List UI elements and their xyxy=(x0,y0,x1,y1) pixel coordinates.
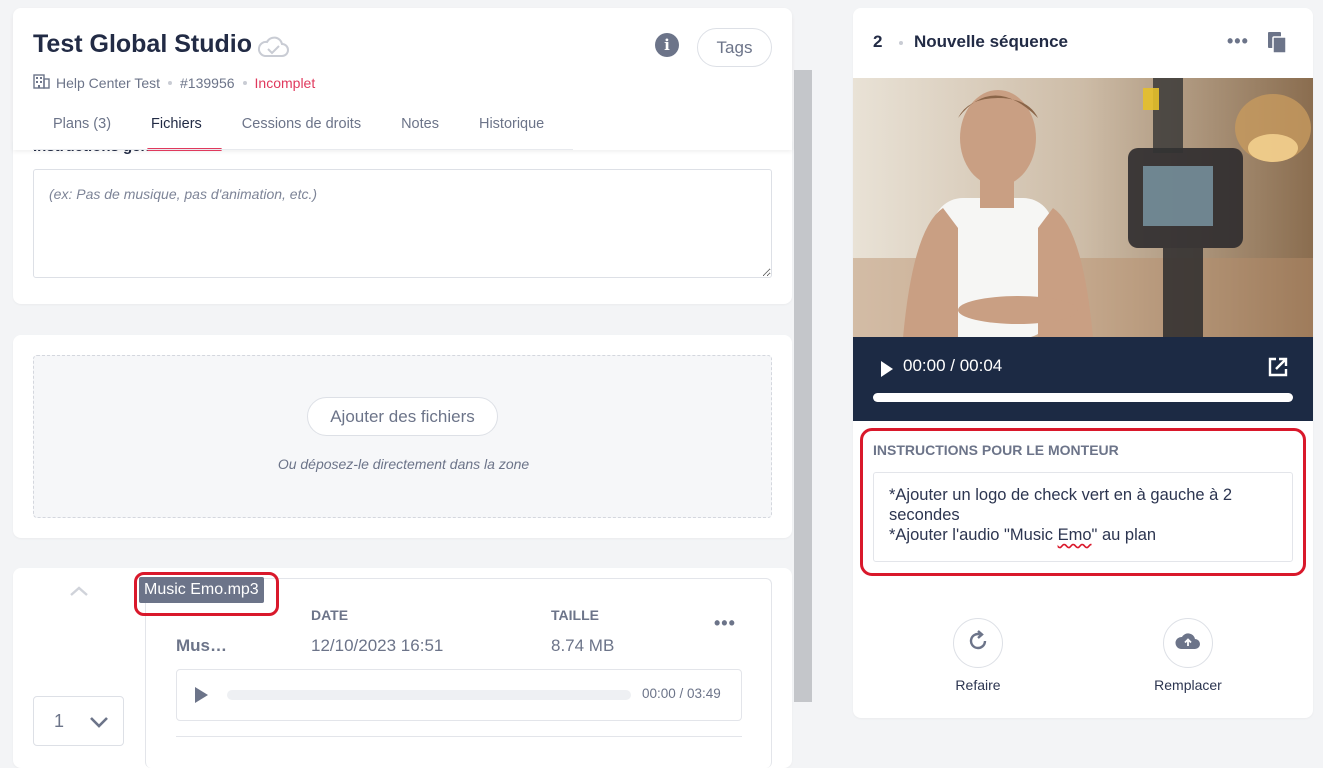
sequence-title: Nouvelle séquence xyxy=(914,32,1069,51)
workspace-name[interactable]: Help Center Test xyxy=(56,75,160,91)
drop-hint: Ou déposez-le directement dans la zone xyxy=(277,456,530,472)
video-controls: 00:00 / 00:04 xyxy=(853,337,1313,421)
order-value: 1 xyxy=(54,711,65,731)
separator-dot xyxy=(899,41,903,45)
editor-instruction-line: *Ajouter l'audio "Music Emo" au plan xyxy=(889,525,1277,545)
project-id: #139956 xyxy=(180,75,235,91)
tab-rights[interactable]: Cessions de droits xyxy=(222,116,381,148)
audio-player: 00:00 / 03:49 xyxy=(176,669,742,721)
open-external-icon[interactable] xyxy=(1267,356,1289,383)
redo-label: Refaire xyxy=(955,677,1001,693)
redo-button[interactable]: Refaire xyxy=(918,618,1038,693)
more-options-icon[interactable]: ••• xyxy=(714,613,736,634)
file-divider xyxy=(176,736,742,737)
cloud-check-icon xyxy=(257,36,289,63)
play-icon[interactable] xyxy=(881,361,893,377)
project-header: Test Global Studio i Tags Help Center Te… xyxy=(13,8,792,151)
spellcheck-word: Emo xyxy=(1057,526,1092,544)
date-column-header: DATE xyxy=(311,607,349,623)
replace-label: Remplacer xyxy=(1154,677,1222,693)
editor-instructions-label: INSTRUCTIONS POUR LE MONTEUR xyxy=(873,442,1119,458)
file-name[interactable]: Mus… xyxy=(176,636,227,656)
video-progress-bar[interactable] xyxy=(873,393,1293,402)
project-title: Test Global Studio xyxy=(33,30,252,58)
file-card: DATE TAILLE Mus… 12/10/2023 16:51 8.74 M… xyxy=(13,568,792,768)
add-files-button[interactable]: Ajouter des fichiers xyxy=(307,397,498,436)
copy-icon[interactable] xyxy=(1267,31,1289,60)
cloud-upload-icon xyxy=(1175,631,1201,656)
file-size: 8.74 MB xyxy=(551,636,615,655)
tags-button[interactable]: Tags xyxy=(697,28,772,67)
audio-time: 00:00 / 03:49 xyxy=(642,686,721,701)
size-column-header: TAILLE xyxy=(551,607,599,623)
editor-text-part: *Ajouter l'audio "Music xyxy=(889,526,1058,544)
order-select[interactable]: 1 xyxy=(33,696,124,746)
tooltip-highlight-annotation xyxy=(134,572,279,616)
general-instructions-input[interactable] xyxy=(33,169,772,278)
chevron-down-icon xyxy=(89,715,109,733)
tabs-divider xyxy=(33,149,573,150)
sequence-card: 2 Nouvelle séquence ••• 00:00 / 00:04 IN… xyxy=(853,8,1313,718)
building-icon xyxy=(33,74,50,92)
editor-instruction-line: *Ajouter un logo de check vert en à gauc… xyxy=(889,486,1233,524)
upload-card: Ajouter des fichiers Ou déposez-le direc… xyxy=(13,335,792,538)
chevron-up-icon[interactable] xyxy=(69,584,89,602)
file-date: 12/10/2023 16:51 xyxy=(311,636,444,655)
video-preview[interactable] xyxy=(853,78,1313,338)
tab-files[interactable]: Fichiers xyxy=(131,116,222,151)
general-instructions-card: Instructions générales xyxy=(13,138,792,304)
play-icon[interactable] xyxy=(195,687,208,703)
sequence-number: 2 xyxy=(873,32,883,51)
tab-plans[interactable]: Plans (3) xyxy=(33,116,131,148)
refresh-icon xyxy=(966,629,990,658)
more-options-icon[interactable]: ••• xyxy=(1227,31,1249,52)
status-badge: Incomplet xyxy=(254,75,316,91)
tab-history[interactable]: Historique xyxy=(459,116,564,148)
audio-progress-bar[interactable] xyxy=(227,690,631,700)
tab-notes[interactable]: Notes xyxy=(381,116,459,148)
replace-button[interactable]: Remplacer xyxy=(1128,618,1248,693)
video-time: 00:00 / 00:04 xyxy=(903,356,1003,375)
project-meta: Help Center Test #139956 Incomplet xyxy=(33,74,315,92)
file-dropzone[interactable]: Ajouter des fichiers Ou déposez-le direc… xyxy=(33,355,772,518)
info-icon[interactable]: i xyxy=(655,33,679,57)
replace-circle[interactable] xyxy=(1163,618,1213,668)
redo-circle[interactable] xyxy=(953,618,1003,668)
scrollbar-thumb[interactable] xyxy=(794,70,812,702)
tab-bar: Plans (3) Fichiers Cessions de droits No… xyxy=(33,116,564,151)
editor-instructions-input[interactable]: *Ajouter un logo de check vert en à gauc… xyxy=(873,472,1293,562)
editor-text-part: " au plan xyxy=(1091,526,1157,544)
